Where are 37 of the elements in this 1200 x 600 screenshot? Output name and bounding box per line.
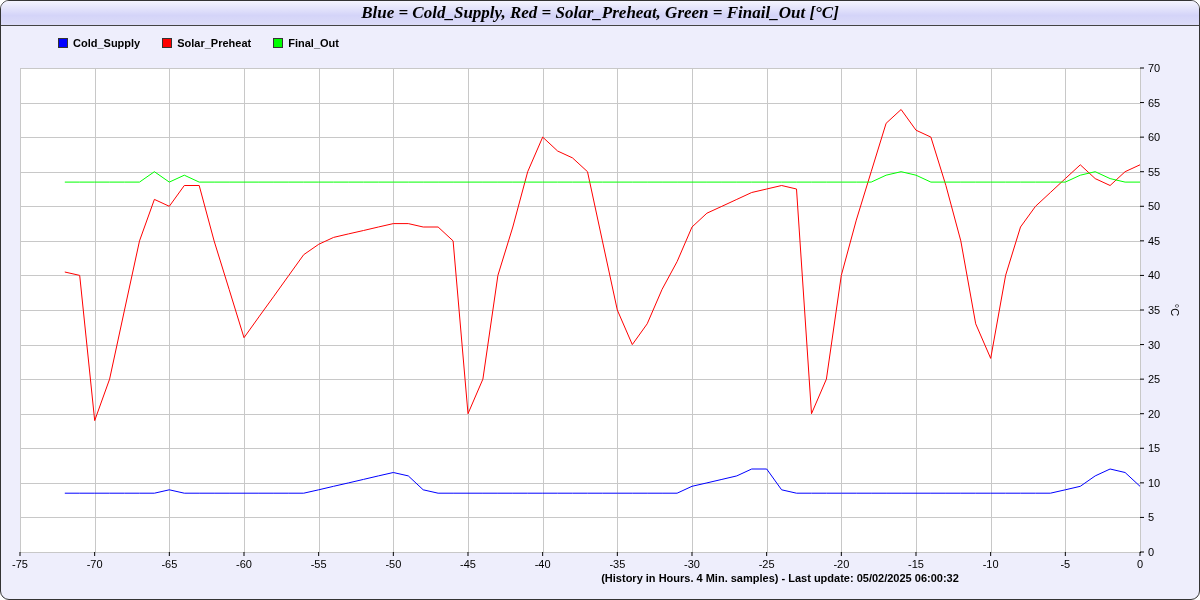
x-tick-label: -30 <box>684 558 700 570</box>
x-tick-label: -25 <box>758 558 775 570</box>
y-tick-label: 40 <box>1148 269 1161 282</box>
x-tick-label: -65 <box>161 558 178 570</box>
y-axis-label: °C <box>1169 303 1181 317</box>
y-tick-label: 55 <box>1148 165 1161 178</box>
y-tick-label: 0 <box>1148 546 1155 558</box>
x-axis-label: (History in Hours. 4 Min. samples) - Last update: 05/02/2025 06:00:32 <box>601 572 959 584</box>
y-tick-label: 20 <box>1148 407 1161 420</box>
x-tick-label: -15 <box>908 558 924 570</box>
y-tick-label: 45 <box>1148 234 1161 247</box>
y-tick-label: 25 <box>1148 373 1161 386</box>
y-tick-label: 30 <box>1148 338 1161 351</box>
x-tick-label: -55 <box>310 558 327 570</box>
y-tick-label: 35 <box>1148 304 1161 316</box>
x-tick-label: -35 <box>609 558 626 570</box>
x-tick-label: -5 <box>1060 558 1071 570</box>
window-title: Blue = Cold_Supply, Red = Solar_Preheat, Green = Finail_Out [°C] <box>361 3 839 23</box>
y-tick-label: 10 <box>1148 476 1161 489</box>
y-tick-label: 70 <box>1148 62 1161 74</box>
y-tick-label: 50 <box>1148 200 1161 213</box>
x-tick-label: -10 <box>982 558 999 570</box>
x-tick-label: -20 <box>833 558 850 570</box>
legend-label: Solar_Preheat <box>177 37 252 49</box>
x-tick-label: 0 <box>1136 558 1144 570</box>
x-tick-label: -45 <box>460 558 476 570</box>
y-tick-label: 65 <box>1148 96 1161 109</box>
x-tick-label: -40 <box>534 558 551 570</box>
x-tick-label: -70 <box>86 558 103 570</box>
y-tick-label: 15 <box>1148 442 1161 455</box>
legend-label: Cold_Supply <box>73 37 141 49</box>
x-tick-label: -50 <box>385 558 402 570</box>
y-tick-label: 60 <box>1148 131 1161 144</box>
legend-label: Final_Out <box>288 37 339 49</box>
x-tick-label: -60 <box>236 558 252 570</box>
y-tick-label: 5 <box>1148 511 1155 524</box>
x-tick-label: -75 <box>12 558 28 570</box>
